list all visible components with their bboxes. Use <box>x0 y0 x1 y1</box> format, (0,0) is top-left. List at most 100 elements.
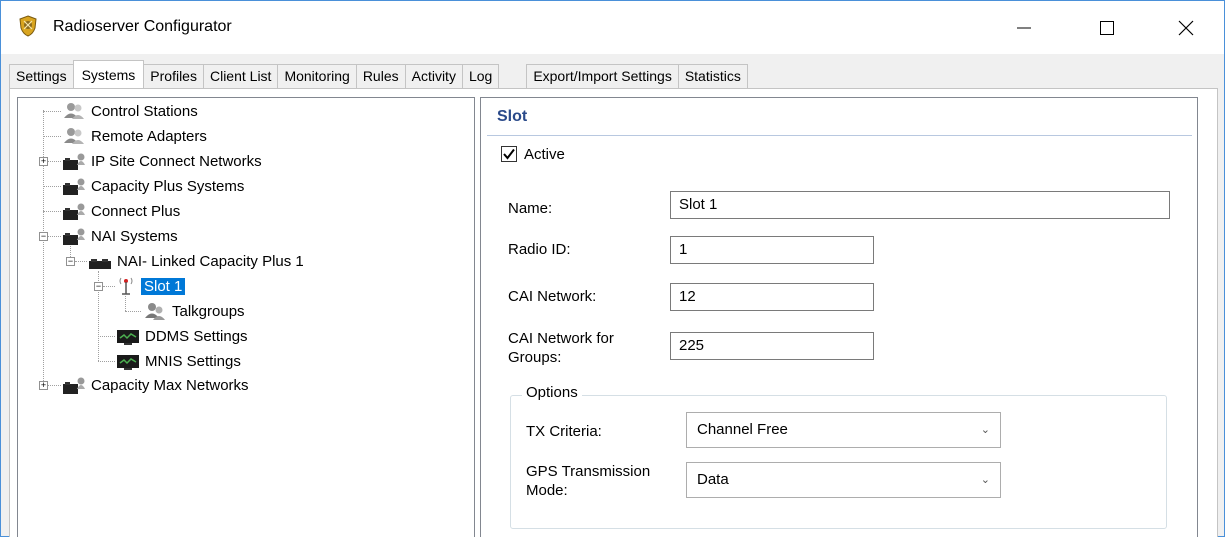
active-label: Active <box>524 146 565 163</box>
collapse-button[interactable]: − <box>94 282 103 291</box>
gps-mode-select[interactable]: Data ⌄ <box>686 462 1001 498</box>
cai-network-label: CAI Network: <box>508 288 597 305</box>
expand-button[interactable]: + <box>39 157 48 166</box>
active-checkbox[interactable] <box>501 146 517 162</box>
tab-systems[interactable]: Systems <box>72 60 145 88</box>
cai-network-groups-label-line1: CAI Network for <box>508 330 614 347</box>
minimize-button[interactable] <box>1001 1 1047 54</box>
window-title: Radioserver Configurator <box>53 18 232 35</box>
checkmark-icon <box>503 148 515 160</box>
tree-item-slot-1[interactable]: Slot 1 <box>116 274 186 298</box>
radio-id-field[interactable]: 1 <box>670 236 874 264</box>
chevron-down-icon: ⌄ <box>980 424 990 436</box>
tx-criteria-select[interactable]: Channel Free ⌄ <box>686 412 1001 448</box>
tree-line <box>43 186 61 187</box>
tree-item-remote-adapters[interactable]: Remote Adapters <box>62 124 207 148</box>
tree-line <box>43 111 61 112</box>
network-icon <box>63 178 85 195</box>
system-tree[interactable]: + − − − + Control Stations Remote Adapte… <box>17 97 475 537</box>
tab-export-import-settings[interactable]: Export/Import Settings <box>526 64 679 88</box>
tree-line <box>43 136 61 137</box>
tree-item-label: NAI- Linked Capacity Plus 1 <box>117 252 304 270</box>
tx-criteria-label: TX Criteria: <box>526 423 602 440</box>
tree-item-label: MNIS Settings <box>145 352 241 370</box>
tree-line <box>125 311 141 312</box>
people-icon <box>145 303 165 320</box>
tab-activity[interactable]: Activity <box>404 64 463 88</box>
tree-item-mnis-settings[interactable]: MNIS Settings <box>116 349 241 373</box>
network-icon <box>63 203 85 220</box>
maximize-icon <box>1100 20 1114 35</box>
tree-line <box>43 110 44 387</box>
tab-rules[interactable]: Rules <box>355 64 406 88</box>
tree-item-control-stations[interactable]: Control Stations <box>62 99 198 123</box>
people-icon <box>64 103 84 119</box>
tree-line <box>125 296 126 311</box>
cai-network-groups-label-line2: Groups: <box>508 349 562 366</box>
monitor-icon <box>117 355 139 370</box>
gps-mode-label-line1: GPS Transmission <box>526 463 651 480</box>
tree-item-label: Remote Adapters <box>91 127 207 145</box>
network-icon <box>63 153 85 170</box>
main-tab-strip: Settings Systems Profiles Client List Mo… <box>9 60 748 88</box>
app-logo-icon <box>19 15 37 37</box>
tree-item-connect-plus[interactable]: Connect Plus <box>62 199 180 223</box>
tab-statistics[interactable]: Statistics <box>677 64 748 88</box>
tree-item-label: DDMS Settings <box>145 327 248 345</box>
network-icon <box>63 377 85 394</box>
name-field[interactable]: Slot 1 <box>670 191 1170 219</box>
collapse-button[interactable]: − <box>66 257 75 266</box>
close-icon <box>1178 20 1194 35</box>
tree-item-ddms-settings[interactable]: DDMS Settings <box>116 324 248 348</box>
tree-item-label: Connect Plus <box>91 202 181 220</box>
radio-id-label: Radio ID: <box>508 241 571 258</box>
app-window: Radioserver Configurator Settings System… <box>0 0 1225 537</box>
minimize-icon <box>1017 27 1031 28</box>
tree-item-label: Talkgroups <box>172 302 245 320</box>
collapse-button[interactable]: − <box>39 232 48 241</box>
tree-item-label: Capacity Max Networks <box>91 376 249 394</box>
tree-line <box>75 261 87 262</box>
section-divider <box>487 135 1192 136</box>
tree-line <box>103 286 115 287</box>
tree-line <box>43 211 61 212</box>
tree-item-label: Slot 1 <box>141 277 186 295</box>
gps-mode-value: Data <box>697 471 729 488</box>
options-legend: Options <box>522 384 582 401</box>
antenna-icon <box>119 277 133 295</box>
expand-button[interactable]: + <box>39 381 48 390</box>
tab-monitoring[interactable]: Monitoring <box>277 64 357 88</box>
close-button[interactable] <box>1163 1 1209 54</box>
tree-item-capacity-plus-systems[interactable]: Capacity Plus Systems <box>62 174 244 198</box>
tree-item-label: IP Site Connect Networks <box>91 152 262 170</box>
monitor-icon <box>117 330 139 345</box>
chevron-down-icon: ⌄ <box>980 474 990 486</box>
gps-mode-label-line2: Mode: <box>526 482 568 499</box>
network-icon <box>63 228 85 245</box>
people-icon <box>64 128 84 144</box>
name-label: Name: <box>508 200 553 217</box>
tree-item-label: Control Stations <box>91 102 198 120</box>
tree-item-capacity-max-networks[interactable]: Capacity Max Networks <box>62 373 249 397</box>
tree-line <box>98 361 115 362</box>
tree-item-nai-systems[interactable]: NAI Systems <box>62 224 178 248</box>
tree-line <box>98 336 115 337</box>
tree-item-nai-linked-capacity-plus-1[interactable]: NAI- Linked Capacity Plus 1 <box>88 249 304 273</box>
tx-criteria-value: Channel Free <box>697 421 788 438</box>
tab-settings[interactable]: Settings <box>9 64 74 88</box>
tree-item-talkgroups[interactable]: Talkgroups <box>143 299 245 323</box>
title-bar[interactable]: Radioserver Configurator <box>1 1 1224 54</box>
tree-item-label: NAI Systems <box>91 227 178 245</box>
tab-profiles[interactable]: Profiles <box>143 64 204 88</box>
slot-properties-panel: Slot Active Name: Slot 1 Radio ID: 1 CAI… <box>480 97 1198 537</box>
maximize-button[interactable] <box>1084 1 1130 54</box>
tree-line <box>48 236 61 237</box>
tree-item-ip-site-connect-networks[interactable]: IP Site Connect Networks <box>62 149 262 173</box>
tree-line <box>48 385 61 386</box>
tab-client-list[interactable]: Client List <box>202 64 279 88</box>
section-title: Slot <box>497 108 528 125</box>
cai-network-field[interactable]: 12 <box>670 283 874 311</box>
cai-network-groups-field[interactable]: 225 <box>670 332 874 360</box>
tab-log[interactable]: Log <box>461 64 500 88</box>
tree-line <box>48 161 61 162</box>
